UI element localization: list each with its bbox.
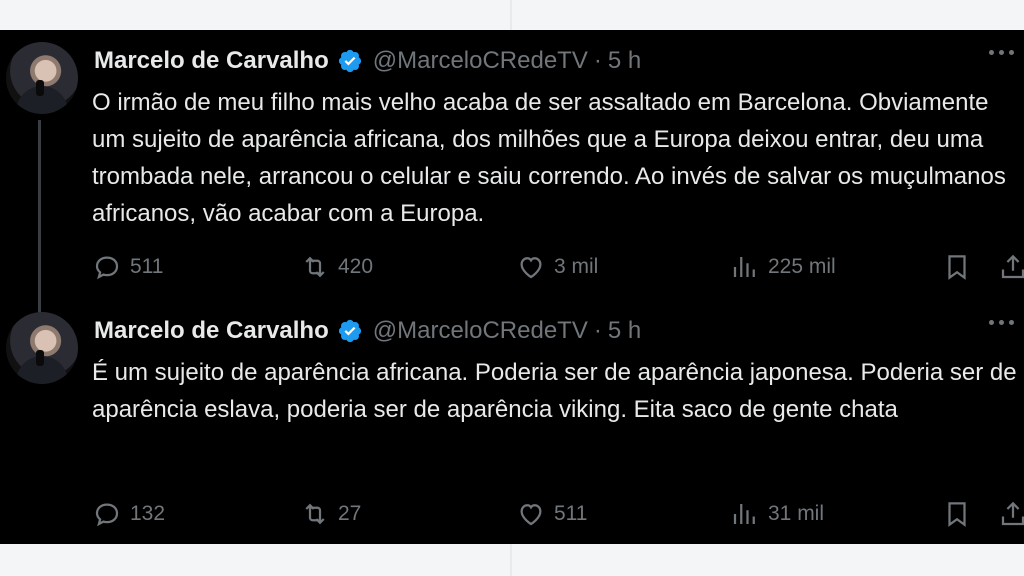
retweet-count: 27 bbox=[338, 502, 362, 525]
retweet-icon bbox=[305, 256, 325, 278]
bookmark-button[interactable] bbox=[942, 497, 972, 531]
retweet-button[interactable]: 420 bbox=[300, 250, 373, 284]
author-handle[interactable]: @MarceloCRedeTV bbox=[373, 317, 588, 345]
timestamp[interactable]: 5 h bbox=[608, 317, 641, 345]
views-count: 31 mil bbox=[768, 502, 825, 525]
tweet[interactable]: Marcelo de Carvalho @MarceloCRedeTV · 5 … bbox=[0, 30, 1024, 320]
reply-count: 132 bbox=[130, 502, 166, 525]
retweet-button[interactable]: 27 bbox=[300, 497, 361, 531]
reply-button[interactable]: 132 bbox=[92, 497, 165, 531]
reply-count: 511 bbox=[130, 255, 164, 278]
views-count: 225 mil bbox=[768, 255, 836, 278]
like-count: 511 bbox=[554, 502, 588, 525]
views-icon bbox=[733, 257, 755, 277]
views-button[interactable]: 225 mil bbox=[730, 250, 836, 284]
separator-dot: · bbox=[593, 317, 602, 344]
like-icon bbox=[520, 257, 542, 279]
views-icon bbox=[733, 504, 755, 524]
like-button[interactable]: 3 mil bbox=[516, 250, 598, 284]
tweet-header: Marcelo de Carvalho @MarceloCRedeTV · 5 … bbox=[94, 314, 641, 348]
top-divider bbox=[510, 0, 512, 30]
more-icon[interactable] bbox=[989, 320, 1014, 325]
share-button[interactable] bbox=[998, 497, 1024, 531]
share-icon bbox=[1001, 501, 1024, 526]
reply-button[interactable]: 511 bbox=[92, 250, 163, 284]
reply-icon bbox=[95, 256, 119, 280]
separator-dot: · bbox=[593, 47, 602, 74]
bookmark-icon bbox=[948, 255, 966, 280]
share-button[interactable] bbox=[998, 250, 1024, 284]
tweet-text: O irmão de meu filho mais velho acaba de… bbox=[92, 89, 1006, 227]
author-handle[interactable]: @MarceloCRedeTV bbox=[373, 47, 588, 75]
tweet-text: É um sujeito de aparência africana. Pode… bbox=[92, 359, 1017, 423]
author-name[interactable]: Marcelo de Carvalho bbox=[94, 47, 329, 75]
author-name[interactable]: Marcelo de Carvalho bbox=[94, 317, 329, 345]
avatar[interactable] bbox=[6, 42, 78, 114]
avatar[interactable] bbox=[6, 312, 78, 384]
like-button[interactable]: 511 bbox=[516, 497, 587, 531]
tweet-thread: Marcelo de Carvalho @MarceloCRedeTV · 5 … bbox=[0, 30, 1024, 544]
like-icon bbox=[520, 504, 542, 526]
more-icon[interactable] bbox=[989, 50, 1014, 55]
action-bar: 511 420 3 mil 225 mil bbox=[92, 250, 1024, 284]
like-count: 3 mil bbox=[554, 255, 599, 278]
thread-connector bbox=[38, 120, 41, 320]
verified-badge-icon bbox=[338, 319, 361, 343]
timestamp[interactable]: 5 h bbox=[608, 47, 641, 75]
bottom-divider bbox=[510, 544, 512, 576]
tweet[interactable]: Marcelo de Carvalho @MarceloCRedeTV · 5 … bbox=[0, 300, 1024, 544]
verified-badge-icon bbox=[338, 49, 361, 73]
bookmark-button[interactable] bbox=[942, 250, 972, 284]
retweet-count: 420 bbox=[338, 255, 374, 278]
reply-icon bbox=[95, 503, 119, 527]
views-button[interactable]: 31 mil bbox=[730, 497, 824, 531]
share-icon bbox=[1001, 254, 1024, 279]
action-bar: 132 27 511 31 mil bbox=[92, 497, 1024, 531]
tweet-header: Marcelo de Carvalho @MarceloCRedeTV · 5 … bbox=[94, 44, 641, 78]
bookmark-icon bbox=[948, 502, 966, 527]
retweet-icon bbox=[305, 503, 325, 525]
